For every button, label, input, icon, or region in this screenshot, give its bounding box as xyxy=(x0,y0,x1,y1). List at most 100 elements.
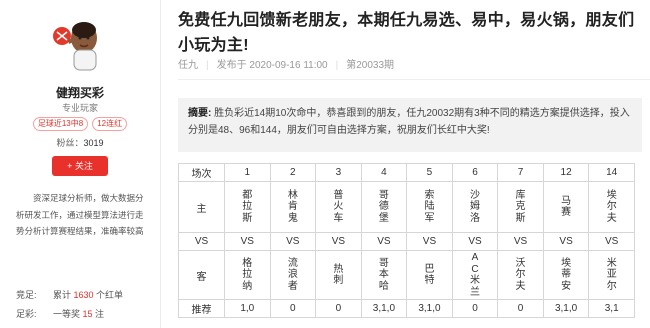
row-label: 主 xyxy=(178,181,225,233)
away-team-cell: AC米兰 xyxy=(451,250,499,300)
summary-label: 摘要: xyxy=(188,108,212,119)
round-cell-text: 7 xyxy=(517,167,524,178)
round-cell-text: 12 xyxy=(560,167,572,178)
follow-button[interactable]: + 关注 xyxy=(52,156,108,176)
fans-number: 3019 xyxy=(83,138,104,148)
round-cell: 7 xyxy=(497,163,544,182)
article-main: 免费任九回馈新老朋友，本期任九易选、易中，易火锅，朋友们小玩为主! 任九 | 发布于… xyxy=(161,0,650,328)
recommendation-cell: 3,1,0 xyxy=(360,299,408,318)
home-team-cell-text: 普火车 xyxy=(333,189,344,224)
recommendation-cell: 0 xyxy=(315,299,362,318)
author-avatar[interactable] xyxy=(48,8,112,72)
away-team-cell-text: 格拉纳 xyxy=(242,257,253,292)
fans-count: 粉丝：3019 xyxy=(0,136,160,149)
article-issue: 第20033期 xyxy=(346,60,395,71)
vs-cell: VS xyxy=(315,232,362,251)
away-team-cell-text: 热刺 xyxy=(333,263,344,287)
recommendation-cell-text: 3,1,0 xyxy=(372,303,396,314)
away-team-cell: 格拉纳 xyxy=(224,250,271,300)
round-cell: 6 xyxy=(451,163,499,182)
table-row-away: 客 格拉纳 流浪者 热刺 哥本哈 巴特 AC米兰 沃尔夫 埃蒂安 米亚尔 xyxy=(178,250,635,300)
table-row-vs: VS VS VS VS VS VS VS VS VS VS xyxy=(178,232,635,251)
away-team-cell: 沃尔夫 xyxy=(497,250,544,300)
away-team-cell: 哥本哈 xyxy=(360,250,408,300)
article-meta: 任九 | 发布于 2020-09-16 11:00 | 第20033期 xyxy=(178,56,394,71)
home-team-cell: 索陆军 xyxy=(406,181,453,233)
vs-cell: VS xyxy=(542,232,590,251)
recommendation-cell-text: 0 xyxy=(472,303,478,314)
away-team-cell: 流浪者 xyxy=(269,250,317,300)
round-cell: 2 xyxy=(269,163,317,182)
author-badges: 足球近13中8 12连红 xyxy=(0,117,160,131)
away-team-cell: 热刺 xyxy=(315,250,362,300)
away-team-cell-text: 巴特 xyxy=(424,263,435,287)
summary-text: 胜负彩近14期10次命中，恭喜跟到的朋友，任九20032期有3种不同的精选方案提… xyxy=(188,108,630,136)
recommendation-cell: 0 xyxy=(269,299,317,318)
away-team-cell-text: 埃蒂安 xyxy=(561,257,572,292)
stat-jingzu: 竞足: 累计 1630 个红单 xyxy=(16,290,124,300)
author-intro: 资深足球分析师，做大数据分析研发工作，通过模型算法进行走势分析计算赛程结果，准确… xyxy=(16,193,144,236)
stat-value: 15 xyxy=(82,309,93,319)
home-team-cell-text: 哥德堡 xyxy=(378,189,389,224)
home-team-cell: 林肯鬼 xyxy=(269,181,317,233)
recommendation-cell-text: 0 xyxy=(290,303,296,314)
badge-hit-rate: 足球近13中8 xyxy=(32,117,89,131)
recommendation-cell: 3,1,0 xyxy=(542,299,590,318)
table-row-rec: 推荐 1,0 0 0 3,1,0 3,1,0 0 0 3,1,0 3,1 xyxy=(178,299,635,318)
home-team-cell-text: 库克斯 xyxy=(515,189,526,224)
article-title: 免费任九回馈新老朋友，本期任九易选、易中，易火锅，朋友们小玩为主! xyxy=(178,12,635,54)
away-team-cell-text: 沃尔夫 xyxy=(515,257,526,292)
home-team-cell: 沙姆洛 xyxy=(451,181,499,233)
recommendation-cell: 1,0 xyxy=(224,299,271,318)
away-team-cell-text: 哥本哈 xyxy=(378,257,389,292)
home-team-cell-text: 索陆军 xyxy=(424,189,435,224)
picks-table: 场次 1 2 3 4 5 6 7 12 14 主 都拉斯 林肯鬼 普火车 哥德堡 索陆军 沙姆洛 库克斯 马赛… xyxy=(178,163,635,318)
recommendation-cell-text: 1,0 xyxy=(240,303,255,314)
recommendation-cell: 3,1 xyxy=(588,299,635,318)
vs-cell: VS xyxy=(497,232,544,251)
round-cell-text: 14 xyxy=(606,167,618,178)
stat-label: 足彩: xyxy=(16,309,37,319)
away-team-cell-text: AC米兰 xyxy=(470,252,480,298)
round-cell: 3 xyxy=(315,163,362,182)
fans-label: 粉丝： xyxy=(56,138,84,148)
row-label: 推荐 xyxy=(178,299,225,318)
table-row-round: 场次 1 2 3 4 5 6 7 12 14 xyxy=(178,163,635,182)
vs-cell: VS xyxy=(406,232,453,251)
vs-cell: VS xyxy=(269,232,317,251)
meta-divider: | xyxy=(335,60,339,71)
stat-zucai: 足彩: 一等奖 15 注 xyxy=(16,309,105,319)
recommendation-cell-text: 3,1 xyxy=(604,303,619,314)
recommendation-cell-text: 0 xyxy=(517,303,524,314)
vs-cell: VS xyxy=(451,232,499,251)
round-cell: 4 xyxy=(360,163,408,182)
recommendation-cell: 0 xyxy=(497,299,544,318)
stat-label: 竞足: xyxy=(16,290,37,300)
article-summary: 摘要: 胜负彩近14期10次命中，恭喜跟到的朋友，任九20032期有3种不同的精… xyxy=(178,98,642,152)
badge-streak: 12连红 xyxy=(92,117,128,131)
stat-value: 1630 xyxy=(73,290,94,300)
home-team-cell-text: 都拉斯 xyxy=(242,189,253,224)
home-team-cell-text: 林肯鬼 xyxy=(287,189,298,224)
round-cell: 1 xyxy=(224,163,271,182)
away-team-cell: 埃蒂安 xyxy=(542,250,590,300)
round-cell-text: 4 xyxy=(381,167,387,178)
away-team-cell-text: 米亚尔 xyxy=(606,257,617,292)
home-team-cell-text: 埃尔夫 xyxy=(606,189,617,224)
round-cell: 5 xyxy=(406,163,453,182)
vs-cell: VS xyxy=(588,232,635,251)
home-team-cell-text: 沙姆洛 xyxy=(470,189,480,224)
recommendation-cell-text: 0 xyxy=(335,303,342,314)
home-team-cell: 埃尔夫 xyxy=(588,181,635,233)
vs-cell: VS xyxy=(224,232,271,251)
author-name[interactable]: 健翔买彩 xyxy=(0,84,160,101)
away-team-cell-text: 流浪者 xyxy=(287,257,298,292)
recommendation-cell: 0 xyxy=(451,299,499,318)
round-cell-text: 1 xyxy=(244,167,251,178)
article-category[interactable]: 任九 xyxy=(178,60,198,71)
home-team-cell: 马赛 xyxy=(542,181,590,233)
table-row-home: 主 都拉斯 林肯鬼 普火车 哥德堡 索陆军 沙姆洛 库克斯 马赛 埃尔夫 xyxy=(178,181,635,233)
round-cell-text: 3 xyxy=(335,167,342,178)
row-label: 场次 xyxy=(178,163,225,182)
row-label: VS xyxy=(178,232,225,251)
